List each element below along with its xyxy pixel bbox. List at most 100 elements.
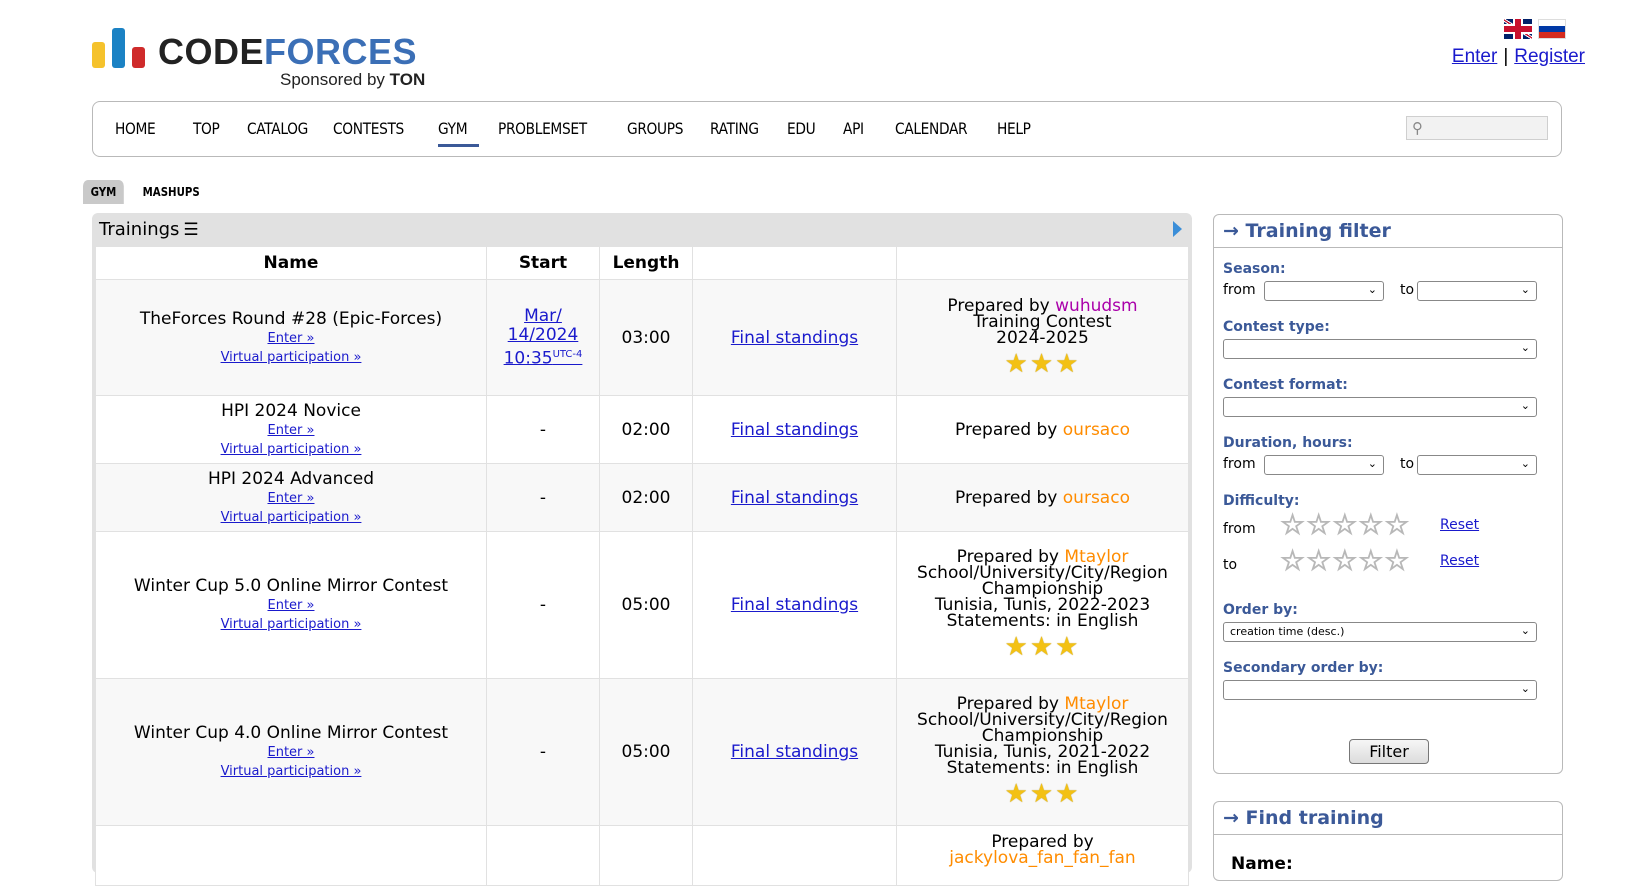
language-flags [1498,19,1566,39]
menu-item-api[interactable]: API [843,119,874,143]
register-link[interactable]: Register [1514,46,1585,67]
difficulty-stars-icon: ★★★ [1004,632,1081,662]
season-from-label: from [1223,282,1256,298]
russian-flag-icon[interactable] [1538,19,1566,39]
season-to-select[interactable]: ⌄ [1417,281,1537,301]
difficulty-label: Difficulty: [1223,493,1300,509]
start-time-link[interactable]: Mar/14/2024 10:35UTC-4 [504,306,583,369]
menu-item-catalog[interactable]: CATALOG [247,119,314,143]
final-standings-link[interactable]: Final standings [731,595,858,615]
codeforces-logo[interactable]: CODEFORCES Sponsored by TON [92,26,452,90]
final-standings-link[interactable]: Final standings [731,328,858,348]
menu-item-label: EDU [787,119,816,138]
menu-item-help[interactable]: HELP [997,119,1041,143]
logo-wordmark: CODEFORCES [158,31,418,72]
duration-from-select[interactable]: ⌄ [1264,455,1384,475]
expand-arrow-icon[interactable] [1173,221,1182,237]
auth-links: Enter | Register [1452,46,1585,68]
season-from-select[interactable]: ⌄ [1264,281,1384,301]
menu-item-problemset[interactable]: PROBLEMSET [498,119,608,143]
length-cell: 05:00 [599,531,693,679]
virtual-participation-link[interactable]: Virtual participation » [221,764,362,779]
difficulty-from-reset-link[interactable]: Reset [1440,517,1479,533]
menu-item-calendar[interactable]: CALENDAR [895,119,976,143]
panel-title: Trainings ☰ [99,219,199,240]
info-cell: Prepared by Mtaylor School/University/Ci… [896,678,1189,826]
training-name-cell [95,825,487,886]
final-standings-link[interactable]: Final standings [731,488,858,508]
menu-item-groups[interactable]: GROUPS [627,119,690,143]
author-link[interactable]: jackylova_fan_fan_fan [949,848,1135,868]
info-cell: Prepared by jackylova_fan_fan_fan [896,825,1189,886]
menu-item-label: RATING [710,119,759,138]
enter-training-link[interactable]: Enter » [268,745,315,760]
enter-training-link[interactable]: Enter » [268,598,315,613]
find-training-box: → Find training Name: [1213,801,1563,881]
virtual-participation-link[interactable]: Virtual participation » [221,350,362,365]
auth-separator: | [1503,46,1509,67]
difficulty-from-stars-icon[interactable]: ☆☆☆☆☆ [1280,510,1411,539]
enter-training-link[interactable]: Enter » [268,423,315,438]
difficulty-to-stars-icon[interactable]: ☆☆☆☆☆ [1280,546,1411,575]
duration-to-select[interactable]: ⌄ [1417,455,1537,475]
author-link[interactable]: oursaco [1063,420,1130,440]
chevron-down-icon: ⌄ [1520,682,1530,695]
contest-format-label: Contest format: [1223,377,1348,393]
menu-item-gym[interactable]: GYM [438,119,479,147]
virtual-participation-link[interactable]: Virtual participation » [221,510,362,525]
author-link[interactable]: oursaco [1063,488,1130,508]
tab-gym[interactable]: GYM [83,180,124,204]
season-label: Season: [1223,261,1286,277]
standings-cell: Final standings [692,279,897,396]
contest-format-select[interactable]: ⌄ [1223,397,1537,417]
length-cell: 05:00 [599,678,693,826]
trainings-title: Trainings [99,219,180,240]
menu-item-rating[interactable]: RATING [710,119,767,143]
contest-type-select[interactable]: ⌄ [1223,339,1537,359]
menu-item-label: HELP [997,119,1031,138]
final-standings-link[interactable]: Final standings [731,742,858,762]
secondary-order-select[interactable]: ⌄ [1223,680,1537,700]
training-name-cell: HPI 2024 Novice Enter » Virtual particip… [95,395,487,464]
menu-items: HOME TOP CATALOG CONTESTS GYM PROBLEMSET GROUP… [115,119,1041,147]
chevron-down-icon: ⌄ [1520,341,1530,354]
trainings-panel: Trainings ☰ Name Start Length TheForces R… [92,213,1192,886]
english-flag-icon[interactable] [1504,19,1532,39]
menu-item-edu[interactable]: EDU [787,119,823,143]
order-by-select[interactable]: creation time (desc.) ⌄ [1223,622,1537,642]
standings-cell: Final standings [692,463,897,532]
filter-button[interactable]: Filter [1349,739,1429,764]
start-cell [486,825,600,886]
virtual-participation-link[interactable]: Virtual participation » [221,442,362,457]
standings-cell: Final standings [692,395,897,464]
virtual-participation-link[interactable]: Virtual participation » [221,617,362,632]
menu-item-top[interactable]: TOP [193,119,227,143]
menu-item-label: CATALOG [247,119,308,138]
logo-bars-icon [92,26,148,68]
menu-item-label: PROBLEMSET [498,119,587,138]
tab-mashups[interactable]: MASHUPS [135,180,207,204]
training-name: TheForces Round #28 (Epic-Forces) [139,308,443,329]
difficulty-to-reset-link[interactable]: Reset [1440,553,1479,569]
enter-link[interactable]: Enter [1452,46,1497,67]
menu-item-contests[interactable]: CONTESTS [333,119,417,143]
training-name: Winter Cup 4.0 Online Mirror Contest [133,723,449,743]
filter-title: → Training filter [1214,215,1562,248]
difficulty-stars-icon: ★★★ [1004,348,1081,379]
search-input[interactable]: ⚲ [1406,116,1548,140]
main-menu: HOME TOP CATALOG CONTESTS GYM PROBLEMSET GROUP… [92,101,1562,157]
training-name-cell: TheForces Round #28 (Epic-Forces) Enter … [95,279,487,396]
menu-item-label: TOP [193,119,220,138]
menu-item-home[interactable]: HOME [115,119,173,143]
duration-from-label: from [1223,456,1256,472]
order-by-label: Order by: [1223,602,1298,618]
search-icon: ⚲ [1412,119,1423,137]
col-header-standings [692,246,897,280]
menu-item-label: API [843,119,864,138]
duration-label: Duration, hours: [1223,435,1353,451]
menu-item-label: CONTESTS [333,119,404,138]
final-standings-link[interactable]: Final standings [731,420,858,440]
enter-training-link[interactable]: Enter » [268,331,315,346]
standings-cell: Final standings [692,678,897,826]
enter-training-link[interactable]: Enter » [268,491,315,506]
